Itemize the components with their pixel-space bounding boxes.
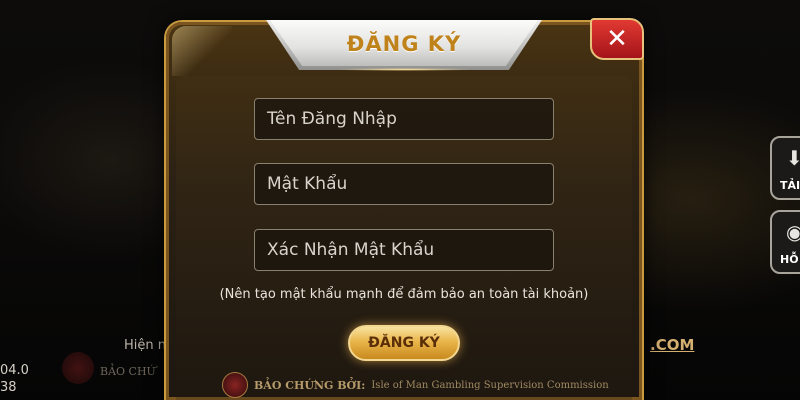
- support-icon: ◉: [786, 220, 800, 244]
- certification-organization: Isle of Man Gambling Supervision Commiss…: [371, 379, 609, 391]
- dialog-corner-shine: [172, 26, 232, 76]
- confirm-password-input[interactable]: Xác Nhận Mật Khẩu: [254, 229, 554, 271]
- close-icon: ✕: [606, 24, 628, 54]
- side-support-label: HỖ: [780, 253, 799, 266]
- password-input[interactable]: Mật Khẩu: [254, 163, 554, 205]
- certification-seal-icon: [62, 352, 94, 384]
- title-glow: [336, 68, 472, 71]
- certification-seal-icon: [222, 372, 248, 398]
- version-label: 04.0 38: [0, 362, 29, 396]
- dialog-title: ĐĂNG KÝ: [346, 32, 462, 56]
- version-line-1: 04.0: [0, 363, 29, 378]
- certification-footer: BẢO CHỨNG BỞI: Isle of Man Gambling Supe…: [222, 372, 609, 398]
- background-certification-text: BẢO CHỨ: [100, 365, 156, 378]
- download-icon: ⬇: [786, 146, 800, 170]
- certification-label: BẢO CHỨNG BỞI:: [254, 378, 366, 392]
- version-line-2: 38: [0, 380, 17, 395]
- side-support-button[interactable]: ◉ HỖ: [770, 210, 800, 274]
- register-button[interactable]: ĐĂNG KÝ: [348, 325, 460, 361]
- side-download-button[interactable]: ⬇ TẢI: [770, 136, 800, 200]
- password-hint: (Nên tạo mật khẩu mạnh để đảm bảo an toà…: [219, 287, 589, 302]
- side-download-label: TẢI: [780, 179, 800, 192]
- domain-link[interactable]: .COM: [650, 336, 694, 354]
- username-input[interactable]: Tên Đăng Nhập: [254, 98, 554, 140]
- close-button[interactable]: ✕: [590, 18, 644, 60]
